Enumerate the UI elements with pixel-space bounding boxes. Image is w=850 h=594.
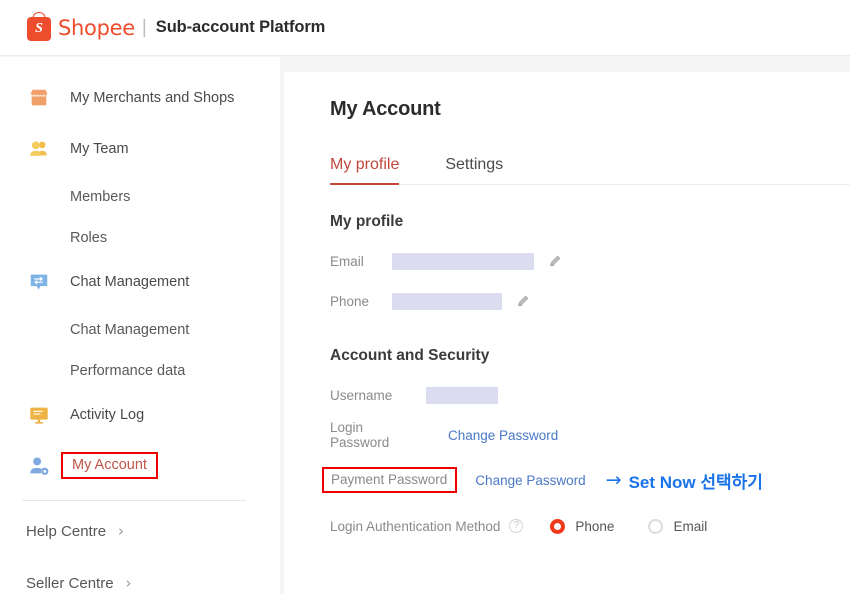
page-title: My Account	[330, 98, 441, 120]
sidebar-item-label: My Team	[70, 141, 129, 157]
change-payment-password-link[interactable]: Change Password	[475, 473, 585, 488]
login-auth-method-label: Login Authentication Method	[330, 518, 501, 534]
phone-value-redacted	[392, 292, 502, 310]
field-row-phone: Phone	[330, 291, 850, 311]
sidebar-item-activity-log[interactable]: Activity Log	[0, 398, 280, 432]
field-row-payment-password: Payment Password Change Password → Set N…	[322, 467, 850, 493]
sidebar-item-members[interactable]: Members	[0, 183, 280, 211]
sidebar-subitem-label: Chat Management	[70, 322, 190, 338]
shop-icon	[26, 85, 52, 111]
sidebar-item-performance-data[interactable]: Performance data	[0, 357, 280, 385]
radio-email-indicator[interactable]	[648, 518, 664, 534]
email-value-redacted	[392, 252, 534, 270]
help-question-icon[interactable]: ?	[509, 519, 524, 533]
sidebar-subitem-label: Members	[70, 189, 131, 205]
sidebar-item-help-centre[interactable]: Help Centre ›	[0, 515, 280, 547]
header-separator: |	[141, 16, 147, 38]
sidebar-item-my-account[interactable]: My Account	[0, 449, 280, 483]
chevron-right-icon: ›	[125, 573, 132, 592]
shopee-bag-icon: S	[27, 16, 51, 41]
username-label: Username	[330, 387, 393, 403]
shopee-logo-letter: S	[35, 20, 43, 36]
edit-phone-pencil-icon[interactable]	[516, 294, 530, 308]
sidebar-active-highlight-box: My Account	[61, 451, 158, 480]
chevron-right-icon: ›	[118, 521, 125, 540]
chat-icon	[26, 269, 52, 295]
tab-bar: My profile Settings	[330, 147, 850, 185]
radio-option-email[interactable]: Email	[648, 518, 708, 534]
app-root: S Shopee | Sub-account Platform My Merch…	[0, 0, 850, 594]
sidebar-subitem-label: Roles	[70, 230, 108, 246]
field-row-email: Email	[330, 251, 850, 271]
people-icon	[26, 136, 52, 162]
account-gear-icon	[26, 453, 52, 479]
field-row-username: Username	[330, 385, 850, 405]
sidebar-item-chat-management[interactable]: Chat Management	[0, 265, 280, 299]
annotation-text: Set Now 선택하기	[628, 472, 763, 492]
sidebar-item-label: My Merchants and Shops	[70, 90, 235, 106]
tab-label: Settings	[445, 156, 504, 173]
sidebar-item-chat-management-sub[interactable]: Chat Management	[0, 316, 280, 344]
sidebar-divider	[22, 500, 246, 501]
username-value-redacted	[426, 386, 498, 404]
sidebar-item-label: Chat Management	[70, 274, 190, 290]
field-row-login-password: Login Password Change Password	[330, 420, 850, 450]
sidebar-item-label: Activity Log	[70, 407, 145, 423]
arrow-right-icon: →	[605, 469, 622, 491]
email-label: Email	[330, 253, 364, 269]
shopee-logo[interactable]: S Shopee	[27, 15, 135, 41]
main-content-card: My Account My profile Settings My profil…	[284, 72, 850, 594]
section-title-account-and-security: Account and Security	[330, 347, 490, 364]
field-row-login-auth-method: Login Authentication Method ? Phone Emai…	[330, 515, 850, 537]
sidebar-item-label: My Account	[72, 456, 147, 473]
payment-password-highlight-box: Payment Password	[322, 467, 458, 493]
section-title-my-profile: My profile	[330, 213, 404, 230]
change-login-password-link[interactable]: Change Password	[448, 428, 558, 443]
sidebar-footer-label: Help Centre	[26, 522, 107, 540]
tab-label: My profile	[330, 156, 400, 173]
page-platform-title: Sub-account Platform	[155, 18, 326, 36]
annotation-callout: → Set Now 선택하기	[606, 468, 763, 493]
phone-label: Phone	[330, 293, 370, 309]
payment-password-label: Payment Password	[331, 472, 448, 487]
brand-name: Shopee	[58, 15, 135, 40]
sidebar-subitem-label: Performance data	[70, 363, 186, 379]
tab-settings[interactable]: Settings	[445, 156, 503, 185]
radio-phone-label: Phone	[575, 518, 615, 534]
radio-phone-indicator[interactable]	[550, 518, 566, 534]
sidebar-footer-label: Seller Centre	[26, 574, 114, 592]
radio-option-phone[interactable]: Phone	[550, 518, 615, 534]
sidebar-item-my-merchants-and-shops[interactable]: My Merchants and Shops	[0, 81, 280, 115]
radio-email-label: Email	[673, 518, 708, 534]
sidebar-item-roles[interactable]: Roles	[0, 224, 280, 252]
app-header: S Shopee | Sub-account Platform	[0, 0, 850, 56]
login-password-label: Login Password	[330, 420, 390, 450]
sidebar-item-seller-centre[interactable]: Seller Centre ›	[0, 567, 280, 594]
edit-email-pencil-icon[interactable]	[548, 254, 562, 268]
sidebar: My Merchants and Shops My Team Members R…	[0, 57, 280, 594]
sidebar-item-my-team[interactable]: My Team	[0, 132, 280, 166]
monitor-icon	[26, 402, 52, 428]
tab-my-profile[interactable]: My profile	[330, 156, 400, 185]
